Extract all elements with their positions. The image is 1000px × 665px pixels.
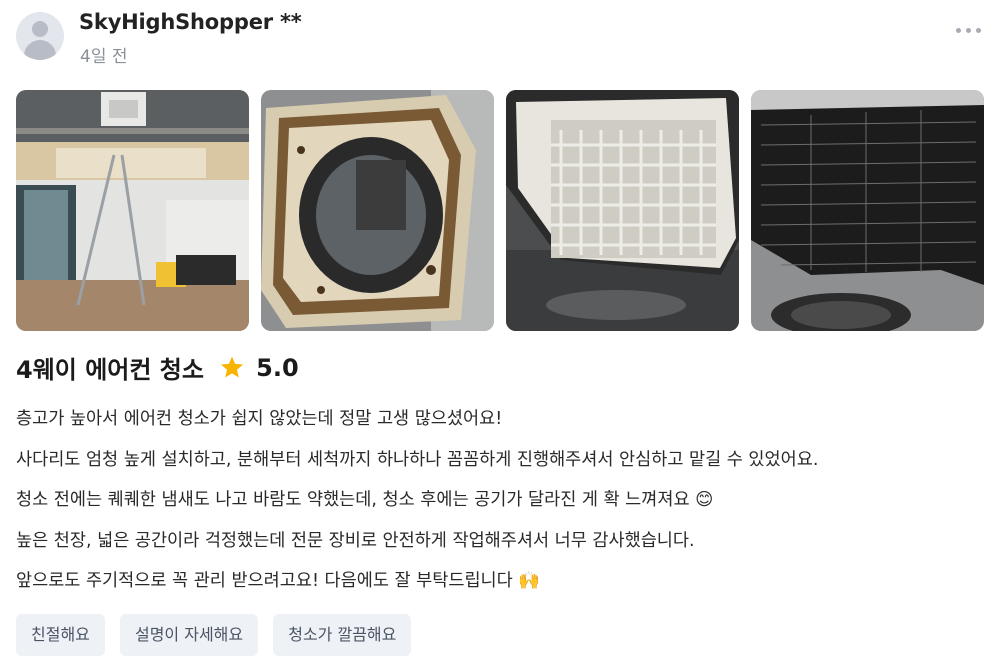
tag-chip[interactable]: 설명이 자세해요 [119,614,259,656]
review-photo-2[interactable] [261,90,494,331]
rating-value: 5.0 [256,353,299,382]
review-photo-4[interactable] [751,90,984,331]
review-photo-1[interactable] [16,90,249,331]
review-line: 사다리도 엄청 높게 설치하고, 분해부터 세척까지 하나하나 꼼꼼하게 진행해… [16,449,819,470]
review-line: 앞으로도 주기적으로 꼭 관리 받으려고요! 다음에도 잘 부탁드립니다 🙌 [16,571,541,591]
avatar-body [24,40,56,60]
avatar[interactable] [16,12,64,60]
star-icon [221,356,244,378]
review-header: SkyHighShopper ** 4일 전 [16,10,984,68]
review-line: 높은 천장, 넓은 공간이라 걱정했는데 전문 장비로 안전하게 작업해주셔서 … [16,530,695,551]
review-title-row: 4웨이 에어컨 청소 5.0 [16,350,299,390]
photo-gallery [16,90,984,331]
tag-chip[interactable]: 청소가 깔끔해요 [273,614,412,656]
tag-chip[interactable]: 친절해요 [16,614,105,656]
review-line: 층고가 높아서 에어컨 청소가 쉽지 않았는데 정말 고생 많으셨어요! [16,409,503,429]
review-body: 층고가 높아서 에어컨 청소가 쉽지 않았는데 정말 고생 많으셨어요! 사다리… [16,404,984,607]
time-ago: 4일 전 [80,47,128,67]
more-options-icon[interactable] [956,24,984,36]
review-title: 4웨이 에어컨 청소 [16,356,204,384]
review-photo-3[interactable] [506,90,739,331]
avatar-head [32,21,48,37]
review-line: 청소 전에는 퀘퀘한 냄새도 나고 바람도 약했는데, 청소 후에는 공기가 달… [16,490,714,510]
username[interactable]: SkyHighShopper ** [79,10,302,34]
review-tags: 친절해요 설명이 자세해요 청소가 깔끔해요 [16,614,421,656]
